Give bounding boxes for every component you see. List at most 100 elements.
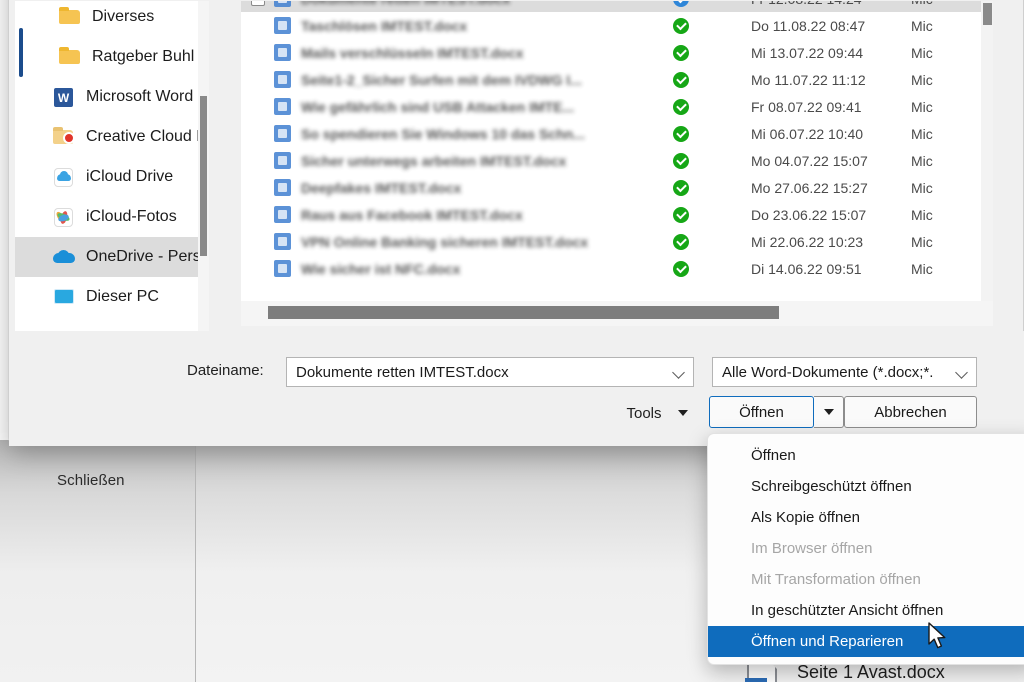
sync-status-icon [673,1,689,7]
table-row[interactable]: So spendieren Sie Windows 10 das Schn...… [241,120,981,147]
table-row[interactable]: Wie sicher ist NFC.docx Di 14.06.22 09:51… [241,255,981,282]
file-type: Mic [911,179,933,196]
sidebar-item-creative-cloud-file[interactable]: Creative Cloud File [15,117,209,157]
word-icon: W [53,87,75,107]
menu-item-label: In geschützter Ansicht öffnen [751,602,944,619]
table-row[interactable]: Dokumente retten IMTEST.docx Fr 12.08.22 … [241,1,981,12]
sync-status-icon [673,206,689,223]
sidebar-item-label: OneDrive - Person [86,248,209,265]
sidebar-item-label: Microsoft Word [86,88,194,105]
word-file-icon [273,70,292,89]
file-type-value: Alle Word-Dokumente (*.docx;*. [722,363,934,381]
sync-status-icon [673,233,689,250]
nav-scrollbar-thumb[interactable] [200,96,207,256]
file-name: Dokumente retten IMTEST.docx [301,1,651,7]
nav-scrollbar-track[interactable] [198,1,209,331]
table-row[interactable]: Wie gefährlich sind USB Attacken IMTE...… [241,93,981,120]
open-file-dialog: Diverses Ratgeber Buhl W Microsoft Word Crea… [8,0,1024,446]
tools-label: Tools [626,404,662,422]
chevron-down-icon[interactable] [956,366,968,378]
file-list-vscrollbar-track[interactable] [981,1,993,301]
sidebar-item-dieser-pc[interactable]: Dieser PC [15,277,209,317]
sync-status-icon [673,260,689,277]
folder-icon [59,47,81,67]
filename-input[interactable]: Dokumente retten IMTEST.docx [286,357,694,387]
file-type: Mic [911,233,933,250]
sidebar-item-label: iCloud Drive [86,168,174,185]
open-options-menu[interactable]: Öffnen Schreibgeschützt öffnen Als Kopie ö… [707,433,1024,665]
sync-status-icon [673,44,689,61]
file-date: Fr 12.08.22 14:24 [711,1,911,7]
caret-down-icon [823,409,834,415]
sync-status-icon [673,125,689,142]
word-file-icon [273,259,292,278]
table-row[interactable]: Mails verschlüsseln IMTEST.docx Mi 13.07.… [241,39,981,66]
menu-item-label: Als Kopie öffnen [751,509,860,526]
table-row[interactable]: Sicher unterwegs arbeiten IMTEST.docx Mo … [241,147,981,174]
file-type: Mic [911,71,933,88]
sidebar-item-microsoft-word[interactable]: W Microsoft Word [15,77,209,117]
file-name: VPN Online Banking sicheren IMTEST.docx [301,233,589,250]
file-name: Taschlösen IMTEST.docx [301,17,468,34]
word-file-icon [273,124,292,143]
open-dropdown-button[interactable] [814,396,844,428]
file-name: Seite1-2_Sicher Surfen mit dem IVDWG I..… [301,71,582,88]
backstage-close-button[interactable]: Schließen [57,472,125,489]
sync-status-icon [673,179,689,196]
caret-down-icon [677,410,688,416]
menu-item-als-kopie-ffnen[interactable]: Als Kopie öffnen [708,502,1024,533]
file-list-hscrollbar-thumb[interactable] [268,306,779,319]
menu-item-ffnen-und-reparieren[interactable]: Öffnen und Reparieren [708,626,1024,657]
file-name: So spendieren Sie Windows 10 das Schn... [301,125,585,142]
word-file-icon [273,16,292,35]
icloud-drive-icon [53,167,75,187]
table-row[interactable]: Seite1-2_Sicher Surfen mit dem IVDWG I..… [241,66,981,93]
sync-status-cell [651,206,711,223]
file-date: Mi 13.07.22 09:44 [751,44,864,61]
sync-status-cell [651,17,711,34]
file-list[interactable]: Dokumente retten IMTEST.docx Fr 12.08.22 … [241,1,981,301]
file-date: Di 14.06.22 09:51 [751,260,862,277]
cancel-button[interactable]: Abbrechen [844,396,977,428]
menu-item-mit-transformation-ffnen: Mit Transformation öffnen [708,564,1024,595]
file-name: Mails verschlüsseln IMTEST.docx [301,44,524,61]
menu-item-label: Im Browser öffnen [751,540,873,557]
dialog-form-area [9,331,1024,446]
sidebar-item-onedrive-person[interactable]: OneDrive - Person [15,237,209,277]
file-name: Raus aus Facebook IMTEST.docx [301,206,523,223]
cancel-button-label: Abbrechen [874,403,947,421]
folder-icon [59,7,81,27]
backstage-divider [195,440,196,682]
file-type: Mic [911,260,933,277]
open-button[interactable]: Öffnen [709,396,814,428]
file-type: Mic [911,1,933,7]
file-name: Sicher unterwegs arbeiten IMTEST.docx [301,152,567,169]
table-row[interactable]: Raus aus Facebook IMTEST.docx Do 23.06.22… [241,201,981,228]
sidebar-item-diverses[interactable]: Diverses [15,1,209,37]
sidebar-item-label: Ratgeber Buhl [92,48,195,65]
table-row[interactable]: Taschlösen IMTEST.docx Do 11.08.22 08:47 M… [241,12,981,39]
word-file-icon [273,205,292,224]
file-list-vscrollbar-thumb[interactable] [983,3,992,25]
menu-item-ffnen[interactable]: Öffnen [708,440,1024,471]
file-date: Do 23.06.22 15:07 [751,206,867,223]
sidebar-item-icloud-drive[interactable]: iCloud Drive [15,157,209,197]
sidebar-item-label: Dieser PC [86,288,159,305]
file-type-select[interactable]: Alle Word-Dokumente (*.docx;*. [712,357,977,387]
file-date: Mi 22.06.22 10:23 [751,233,864,250]
table-row[interactable]: Deepfakes IMTEST.docx Mo 27.06.22 15:27 Mi… [241,174,981,201]
tools-button[interactable]: Tools [612,397,702,429]
file-type: Mic [911,152,933,169]
sidebar-item-icloud-fotos[interactable]: iCloud-Fotos [15,197,209,237]
sync-status-cell [651,1,711,7]
word-file-icon [273,1,292,8]
sync-status-cell [651,179,711,196]
menu-item-schreibgesch-tzt-ffnen[interactable]: Schreibgeschützt öffnen [708,471,1024,502]
row-checkbox[interactable] [251,1,265,6]
menu-item-in-gesch-tzter-ansicht-ffnen[interactable]: In geschützter Ansicht öffnen [708,595,1024,626]
sync-status-cell [651,44,711,61]
table-row[interactable]: VPN Online Banking sicheren IMTEST.docx M… [241,228,981,255]
chevron-down-icon[interactable] [673,366,685,378]
sidebar-item-ratgeber-buhl[interactable]: Ratgeber Buhl [15,37,209,77]
file-date: Mo 11.07.22 11:12 [751,71,866,88]
